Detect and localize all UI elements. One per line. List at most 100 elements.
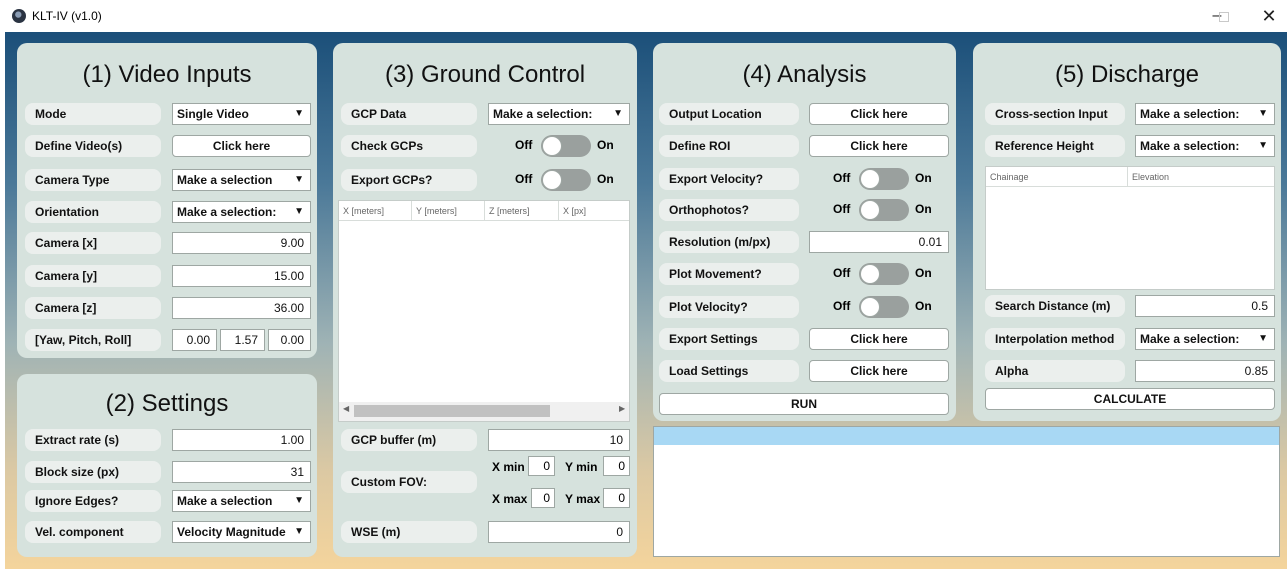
export-velocity-toggle[interactable]: Off On bbox=[833, 168, 953, 190]
plot-velocity-toggle[interactable]: Off On bbox=[833, 296, 953, 318]
discharge-panel: (5) Discharge Cross-section Input Make a… bbox=[973, 43, 1281, 421]
ymax-input[interactable]: 0 bbox=[603, 488, 630, 508]
scrollbar-thumb[interactable] bbox=[354, 405, 550, 417]
gcp-table-header: X [meters] Y [meters] Z [meters] X [px] bbox=[339, 201, 629, 221]
roll-input[interactable]: 0.00 bbox=[268, 329, 311, 351]
settings-title: (2) Settings bbox=[105, 390, 229, 417]
toggle-knob bbox=[542, 170, 562, 190]
maximize-icon[interactable] bbox=[1219, 12, 1229, 22]
ignore-edges-select[interactable]: Make a selection ▼ bbox=[172, 490, 311, 512]
toggle-knob bbox=[860, 200, 880, 220]
camera-z-label: Camera [z] bbox=[25, 297, 161, 319]
camera-x-input[interactable]: 9.00 bbox=[172, 232, 311, 254]
gcp-buffer-label: GCP buffer (m) bbox=[341, 429, 477, 451]
xmin-label: X min bbox=[492, 460, 525, 474]
chevron-down-icon: ▼ bbox=[294, 495, 304, 506]
table-header-cell: X [meters] bbox=[339, 201, 412, 221]
custom-fov-label: Custom FOV: bbox=[341, 471, 477, 493]
cross-section-label: Cross-section Input bbox=[985, 103, 1125, 125]
scroll-left-icon[interactable]: ◀ bbox=[343, 404, 349, 413]
plot-velocity-label: Plot Velocity? bbox=[659, 296, 799, 318]
gcp-data-select[interactable]: Make a selection: ▼ bbox=[488, 103, 630, 125]
calculate-button[interactable]: CALCULATE bbox=[985, 388, 1275, 410]
chevron-down-icon: ▼ bbox=[294, 108, 304, 119]
resolution-label: Resolution (m/px) bbox=[659, 231, 799, 253]
export-settings-label: Export Settings bbox=[659, 328, 799, 350]
output-location-button[interactable]: Click here bbox=[809, 103, 949, 125]
xmax-label: X max bbox=[492, 492, 528, 506]
discharge-title: (5) Discharge bbox=[1054, 61, 1200, 88]
table-header-cell: Elevation bbox=[1132, 172, 1170, 182]
gcp-table-scrollbar[interactable]: ◀ ▶ bbox=[339, 402, 629, 421]
wse-input[interactable]: 0 bbox=[488, 521, 630, 543]
run-button[interactable]: RUN bbox=[659, 393, 949, 415]
chevron-down-icon: ▼ bbox=[294, 206, 304, 217]
xmax-input[interactable]: 0 bbox=[531, 488, 555, 508]
export-settings-button[interactable]: Click here bbox=[809, 328, 949, 350]
resolution-input[interactable]: 0.01 bbox=[809, 231, 949, 253]
export-gcps-toggle[interactable]: Off On bbox=[515, 169, 635, 191]
orientation-select[interactable]: Make a selection: ▼ bbox=[172, 201, 311, 223]
video-inputs-panel: (1) Video Inputs Mode Single Video ▼ Defi… bbox=[17, 43, 317, 358]
table-header-cell: Z [meters] bbox=[485, 201, 559, 221]
chevron-down-icon: ▼ bbox=[1258, 333, 1268, 344]
analysis-title: (4) Analysis bbox=[742, 61, 867, 88]
output-location-label: Output Location bbox=[659, 103, 799, 125]
cross-section-table-header: Chainage Elevation bbox=[986, 167, 1274, 187]
define-roi-label: Define ROI bbox=[659, 135, 799, 157]
ignore-edges-label: Ignore Edges? bbox=[25, 490, 161, 512]
define-video-button[interactable]: Click here bbox=[172, 135, 311, 157]
toggle-knob bbox=[860, 169, 880, 189]
gcp-table[interactable]: X [meters] Y [meters] Z [meters] X [px] … bbox=[338, 200, 630, 422]
yaw-input[interactable]: 0.00 bbox=[172, 329, 217, 351]
camera-y-label: Camera [y] bbox=[25, 265, 161, 287]
vel-component-select[interactable]: Velocity Magnitude ▼ bbox=[172, 521, 311, 543]
check-gcps-label: Check GCPs bbox=[341, 135, 477, 157]
search-distance-label: Search Distance (m) bbox=[985, 295, 1125, 317]
table-header-cell: Chainage bbox=[986, 167, 1128, 187]
wse-label: WSE (m) bbox=[341, 521, 477, 543]
gcp-data-label: GCP Data bbox=[341, 103, 477, 125]
camera-y-input[interactable]: 15.00 bbox=[172, 265, 311, 287]
load-settings-button[interactable]: Click here bbox=[809, 360, 949, 382]
video-inputs-title: (1) Video Inputs bbox=[82, 61, 252, 88]
window-title: KLT-IV (v1.0) bbox=[32, 9, 102, 23]
camera-type-label: Camera Type bbox=[25, 169, 161, 191]
search-distance-input[interactable]: 0.5 bbox=[1135, 295, 1275, 317]
chevron-down-icon: ▼ bbox=[1258, 108, 1268, 119]
pitch-input[interactable]: 1.57 bbox=[220, 329, 265, 351]
log-output-area[interactable] bbox=[653, 426, 1280, 557]
xmin-input[interactable]: 0 bbox=[528, 456, 555, 476]
close-button[interactable]: ✕ bbox=[1254, 4, 1284, 28]
camera-type-select[interactable]: Make a selection ▼ bbox=[172, 169, 311, 191]
interpolation-select[interactable]: Make a selection: ▼ bbox=[1135, 328, 1275, 350]
ymin-input[interactable]: 0 bbox=[603, 456, 630, 476]
extract-rate-label: Extract rate (s) bbox=[25, 429, 161, 451]
scroll-right-icon[interactable]: ▶ bbox=[619, 404, 625, 413]
interpolation-label: Interpolation method bbox=[985, 328, 1125, 350]
ground-control-panel: (3) Ground Control GCP Data Make a selec… bbox=[333, 43, 637, 557]
toggle-knob bbox=[542, 136, 562, 156]
orthophotos-toggle[interactable]: Off On bbox=[833, 199, 953, 221]
extract-rate-input[interactable]: 1.00 bbox=[172, 429, 311, 451]
gcp-buffer-input[interactable]: 10 bbox=[488, 429, 630, 451]
ymax-label: Y max bbox=[565, 492, 601, 506]
alpha-label: Alpha bbox=[985, 360, 1125, 382]
define-video-label: Define Video(s) bbox=[25, 135, 161, 157]
cross-section-select[interactable]: Make a selection: ▼ bbox=[1135, 103, 1275, 125]
reference-height-select[interactable]: Make a selection: ▼ bbox=[1135, 135, 1275, 157]
camera-z-input[interactable]: 36.00 bbox=[172, 297, 311, 319]
block-size-input[interactable]: 31 bbox=[172, 461, 311, 483]
mode-select[interactable]: Single Video ▼ bbox=[172, 103, 311, 125]
log-progress-bar bbox=[654, 427, 1279, 445]
cross-section-table[interactable]: Chainage Elevation bbox=[985, 166, 1275, 290]
mode-label: Mode bbox=[25, 103, 161, 125]
plot-movement-toggle[interactable]: Off On bbox=[833, 263, 953, 285]
table-header-cell: Y [meters] bbox=[412, 201, 485, 221]
chevron-down-icon: ▼ bbox=[613, 108, 623, 119]
camera-x-label: Camera [x] bbox=[25, 232, 161, 254]
app-logo-icon bbox=[12, 9, 26, 23]
alpha-input[interactable]: 0.85 bbox=[1135, 360, 1275, 382]
check-gcps-toggle[interactable]: Off On bbox=[515, 135, 635, 157]
define-roi-button[interactable]: Click here bbox=[809, 135, 949, 157]
